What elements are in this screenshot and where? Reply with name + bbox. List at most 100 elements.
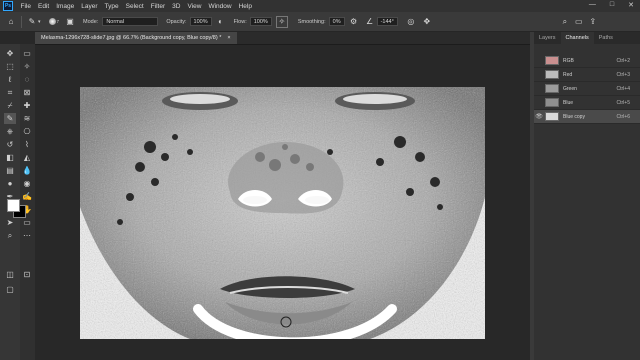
menu-image[interactable]: Image (53, 3, 78, 10)
sponge-tool-icon[interactable]: ◉ (21, 178, 33, 189)
mode-label: Mode: (83, 18, 99, 25)
frame-tool-icon[interactable]: ⊠ (21, 87, 33, 98)
brush-settings-icon[interactable]: ▣ (65, 17, 75, 27)
rectangle-tool-icon[interactable]: ▭ (21, 217, 33, 228)
zoom-tool-icon[interactable]: ⌕ (4, 230, 16, 241)
channel-thumbnail (545, 112, 559, 121)
opacity-input[interactable]: 100% (189, 17, 212, 26)
magic-wand-tool-icon[interactable]: ✧ (21, 61, 33, 72)
panel-spacer (534, 44, 640, 54)
channel-row-blue[interactable]: Blue Ctrl+5 (534, 96, 640, 110)
channel-row-rgb[interactable]: RGB Ctrl+2 (534, 54, 640, 68)
menu-filter[interactable]: Filter (147, 3, 168, 10)
airbrush-icon[interactable]: ✧ (275, 15, 288, 28)
channel-shortcut: Ctrl+6 (616, 113, 630, 120)
channel-thumbnail (545, 56, 559, 65)
workspace-icon[interactable]: ▭ (574, 17, 584, 27)
brush-preset-picker[interactable]: 7 (48, 18, 59, 25)
smoothing-input[interactable]: 0% (328, 17, 345, 26)
menu-select[interactable]: Select (122, 3, 147, 10)
channel-row-blue-copy[interactable]: 👁 Blue copy Ctrl+6 (534, 110, 640, 124)
search-icon[interactable]: ⌕ (560, 17, 570, 27)
maximize-button[interactable]: □ (610, 1, 614, 9)
close-window-button[interactable]: ✕ (628, 1, 634, 9)
home-icon[interactable]: ⌂ (6, 17, 16, 27)
foreground-color-swatch[interactable] (7, 199, 20, 212)
brush-tool-icon[interactable]: ✎ (4, 113, 16, 124)
channel-shortcut: Ctrl+3 (616, 71, 630, 78)
path-selection-tool-icon[interactable]: ➤ (4, 217, 16, 228)
pressure-size-icon[interactable]: ◎ (406, 17, 416, 27)
menu-view[interactable]: View (184, 3, 205, 10)
dodge-tool-icon[interactable]: ● (4, 178, 16, 189)
spot-healing-tool-icon[interactable]: ✚ (21, 100, 33, 111)
menu-bar: Ps File Edit Image Layer Type Select Fil… (0, 0, 640, 12)
menu-layer[interactable]: Layer (78, 3, 101, 10)
share-icon[interactable]: ⇪ (588, 17, 598, 27)
menu-help[interactable]: Help (235, 3, 255, 10)
inverted-face-image (80, 87, 485, 339)
art-history-tool-icon[interactable]: ⌇ (21, 139, 33, 150)
smoothing-label: Smoothing: (297, 18, 326, 25)
mode-select[interactable]: Normal (102, 17, 159, 26)
brush-tool-icon[interactable]: ✎ (27, 17, 37, 27)
channel-row-red[interactable]: Red Ctrl+3 (534, 68, 640, 82)
move-tool-icon[interactable]: ✥ (4, 48, 16, 59)
close-tab-icon[interactable]: × (227, 32, 230, 44)
menu-file[interactable]: File (17, 3, 34, 10)
eyedropper-tool-icon[interactable]: ⌿ (4, 100, 16, 111)
tab-layers[interactable]: Layers (534, 32, 561, 44)
blur-tool-icon[interactable]: 💧 (21, 165, 33, 176)
symmetry-icon[interactable]: ✥ (422, 17, 432, 27)
quick-select-tool-icon[interactable]: ◌ (21, 74, 33, 85)
menu-edit[interactable]: Edit (34, 3, 52, 10)
tab-paths[interactable]: Paths (594, 32, 618, 44)
channel-name: Blue (563, 99, 574, 106)
marquee-tool-icon[interactable]: ⬚ (4, 61, 16, 72)
channel-thumbnail (545, 84, 559, 93)
minimize-button[interactable]: — (589, 1, 596, 9)
lasso-tool-icon[interactable]: ℓ (4, 74, 16, 85)
pattern-stamp-tool-icon[interactable]: ⎔ (21, 126, 33, 137)
menu-type[interactable]: Type (101, 3, 122, 10)
freeform-pen-tool-icon[interactable]: ✍ (21, 191, 33, 202)
channel-name: Red (563, 71, 573, 78)
document-canvas[interactable] (35, 45, 530, 360)
brush-tip-icon (48, 18, 56, 25)
channel-shortcut: Ctrl+5 (616, 99, 630, 106)
document-tab[interactable]: Melasma-1296x728-slide7.jpg @ 66.7% (Bac… (35, 32, 237, 44)
window-controls: — □ ✕ (589, 1, 634, 9)
gradient-tool-icon[interactable]: ▤ (4, 165, 16, 176)
screen-mode-icon[interactable]: ▢ (4, 284, 16, 295)
flow-label: Flow: (233, 18, 247, 25)
pressure-opacity-icon[interactable]: ◐ (216, 17, 226, 27)
channels-panel: Layers Channels Paths RGB Ctrl+2 Red Ctr… (534, 32, 640, 360)
divider (21, 15, 22, 28)
smoothing-options-icon[interactable]: ⚙ (349, 17, 359, 27)
eye-icon[interactable]: 👁 (534, 113, 544, 120)
menu-3d[interactable]: 3D (169, 3, 184, 10)
mixer-brush-tool-icon[interactable]: ≋ (21, 113, 33, 124)
document-title: Melasma-1296x728-slide7.jpg @ 66.7% (Bac… (41, 35, 222, 41)
quick-mask-icon[interactable]: ◫ (4, 269, 16, 280)
document-tab-bar: Melasma-1296x728-slide7.jpg @ 66.7% (Bac… (35, 32, 530, 45)
channel-row-green[interactable]: Green Ctrl+4 (534, 82, 640, 96)
panel-tabs: Layers Channels Paths (534, 32, 640, 44)
channel-shortcut: Ctrl+2 (616, 57, 630, 64)
bucket-tool-icon[interactable]: ◭ (21, 152, 33, 163)
face-photo (80, 87, 485, 339)
more-tools-icon[interactable]: ⋯ (21, 230, 33, 241)
eraser-tool-icon[interactable]: ◧ (4, 152, 16, 163)
history-brush-tool-icon[interactable]: ↺ (4, 139, 16, 150)
clone-stamp-tool-icon[interactable]: ⎈ (4, 126, 16, 137)
edit-toolbar-icon[interactable]: ⊡ (21, 269, 33, 280)
angle-input[interactable]: -144° (376, 17, 398, 26)
tool-preset-dropdown-icon[interactable]: ▾ (38, 19, 41, 25)
menu-window[interactable]: Window (205, 3, 235, 10)
artboard-tool-icon[interactable]: ▭ (21, 48, 33, 59)
flow-input[interactable]: 100% (249, 17, 272, 26)
channel-thumbnail (545, 70, 559, 79)
tab-channels[interactable]: Channels (560, 32, 594, 44)
crop-tool-icon[interactable]: ⌗ (4, 87, 16, 98)
channel-name: Blue copy (563, 113, 585, 120)
